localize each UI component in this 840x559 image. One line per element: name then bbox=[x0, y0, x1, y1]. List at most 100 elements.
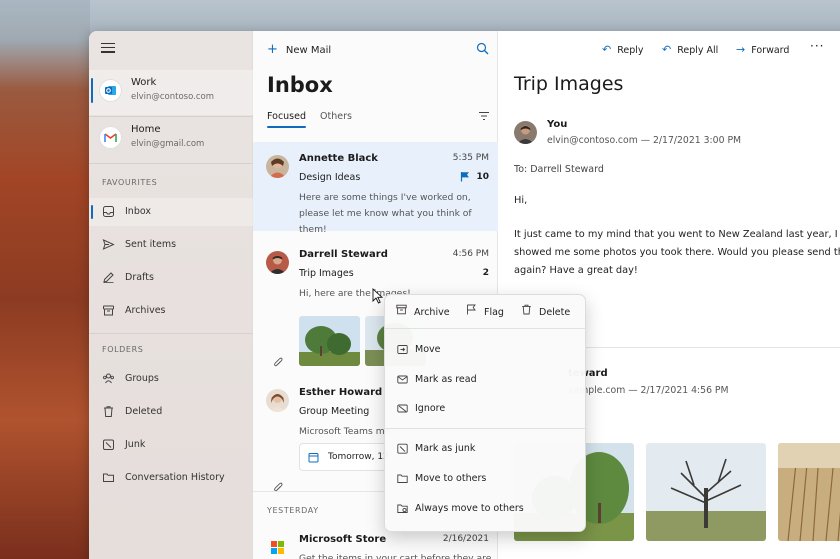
account-email: elvin@gmail.com bbox=[131, 139, 205, 149]
outlook-icon bbox=[100, 80, 121, 101]
context-menu-quick-actions: Archive Flag Delete bbox=[385, 295, 585, 328]
delete-label: Delete bbox=[539, 307, 571, 318]
new-mail-label: New Mail bbox=[285, 45, 332, 56]
folder-title: Inbox bbox=[267, 73, 333, 97]
divider bbox=[89, 333, 253, 334]
sidebar-item-junk[interactable]: Junk bbox=[89, 431, 253, 459]
forward-button[interactable]: → Forward bbox=[736, 43, 789, 56]
avatar bbox=[266, 251, 289, 274]
message-subject: Design Ideas bbox=[299, 172, 361, 183]
more-options-icon[interactable]: ··· bbox=[810, 39, 824, 53]
account-name: Work bbox=[131, 77, 157, 88]
hamburger-menu-icon[interactable] bbox=[101, 43, 115, 53]
junk-icon bbox=[397, 443, 408, 454]
menu-item-always-move-to-others[interactable]: Always move to others bbox=[385, 496, 585, 523]
avatar bbox=[266, 155, 289, 178]
message-sender: Microsoft Store bbox=[299, 534, 387, 545]
attached-image[interactable] bbox=[778, 443, 840, 541]
sidebar-item-sent[interactable]: Sent items bbox=[89, 231, 253, 259]
sidebar-item-conversation-history[interactable]: Conversation History bbox=[89, 464, 253, 492]
message-time: 4:56 PM bbox=[452, 249, 489, 259]
message-sender: Annette Black bbox=[299, 153, 378, 164]
forward-icon: → bbox=[736, 43, 746, 56]
flag-menu-button[interactable]: Flag bbox=[466, 304, 504, 318]
mouse-cursor-icon bbox=[372, 288, 384, 304]
menu-item-label: Mark as read bbox=[415, 374, 477, 385]
account-work[interactable]: Work elvin@contoso.com bbox=[89, 70, 253, 115]
menu-item-ignore[interactable]: Ignore bbox=[385, 396, 585, 423]
sender-meta: elvin@contoso.com — 2/17/2021 3:00 PM bbox=[547, 135, 742, 146]
reply-all-button[interactable]: ↶ Reply All bbox=[662, 43, 718, 56]
pencil-icon bbox=[103, 272, 114, 283]
avatar bbox=[514, 121, 537, 144]
mail-icon bbox=[397, 375, 408, 384]
selection-indicator bbox=[91, 205, 93, 219]
archive-menu-button[interactable]: Archive bbox=[396, 304, 450, 318]
sender-name: You bbox=[547, 119, 568, 130]
body-line: It just came to my mind that you went to… bbox=[514, 229, 840, 240]
groups-icon bbox=[103, 373, 114, 384]
calendar-icon bbox=[308, 453, 319, 463]
message-time: 5:35 PM bbox=[452, 153, 489, 163]
send-icon bbox=[102, 239, 115, 250]
plus-icon: + bbox=[267, 42, 278, 57]
message-item[interactable]: Annette Black 5:35 PM Design Ideas 10 He… bbox=[253, 142, 498, 235]
account-home[interactable]: Home elvin@gmail.com bbox=[89, 117, 253, 162]
flag-icon bbox=[467, 304, 476, 315]
sidebar-item-drafts[interactable]: Drafts bbox=[89, 264, 253, 292]
trash-icon bbox=[104, 406, 113, 417]
image-thumbnail[interactable] bbox=[299, 316, 360, 366]
menu-item-move-to-others[interactable]: Move to others bbox=[385, 466, 585, 493]
reply-all-icon: ↶ bbox=[662, 43, 672, 56]
sidebar-item-groups[interactable]: Groups bbox=[89, 365, 253, 393]
reply-sender-meta: xample.com — 2/17/2021 4:56 PM bbox=[568, 385, 729, 396]
sidebar-item-inbox[interactable]: Inbox bbox=[89, 198, 253, 226]
selection-indicator bbox=[91, 78, 93, 103]
message-time: 2/16/2021 bbox=[442, 534, 489, 544]
tab-focused[interactable]: Focused bbox=[267, 111, 307, 128]
message-subject: Group Meeting bbox=[299, 406, 370, 417]
tab-others[interactable]: Others bbox=[320, 111, 352, 122]
menu-item-label: Mark as junk bbox=[415, 443, 476, 454]
sidebar-item-archives[interactable]: Archives bbox=[89, 297, 253, 325]
recipient-line: To: Darrell Steward bbox=[514, 164, 604, 175]
move-icon bbox=[397, 345, 408, 354]
reply-label: Reply bbox=[617, 45, 644, 56]
divider bbox=[89, 163, 253, 164]
menu-item-label: Move bbox=[415, 344, 441, 355]
thread-count: 2 bbox=[482, 268, 489, 278]
new-mail-button[interactable]: + New Mail bbox=[267, 42, 331, 57]
reply-button[interactable]: ↶ Reply bbox=[602, 43, 644, 56]
menu-item-mark-as-read[interactable]: Mark as read bbox=[385, 367, 585, 394]
menu-separator bbox=[385, 428, 585, 429]
body-line: showed me some photos you took there. Wo… bbox=[514, 247, 840, 258]
paperclip-icon bbox=[274, 357, 283, 367]
body-line: Hi, bbox=[514, 195, 528, 206]
forward-label: Forward bbox=[751, 45, 790, 56]
menu-item-mark-as-junk[interactable]: Mark as junk bbox=[385, 436, 585, 463]
message-sender: Darrell Steward bbox=[299, 249, 388, 260]
sidebar-item-label: Deleted bbox=[125, 406, 163, 417]
archive-icon bbox=[396, 304, 407, 315]
reply-all-label: Reply All bbox=[677, 45, 719, 56]
trash-icon bbox=[522, 304, 531, 315]
filter-icon[interactable] bbox=[478, 111, 490, 121]
sidebar: Work elvin@contoso.com Home elvin@gmail.… bbox=[89, 31, 253, 559]
junk-icon bbox=[103, 439, 114, 450]
attached-image[interactable] bbox=[646, 443, 766, 541]
folder-icon bbox=[397, 474, 408, 483]
attachment-label: Tomorrow, 12 bbox=[328, 452, 389, 462]
ignore-icon bbox=[397, 404, 408, 413]
sidebar-item-label: Drafts bbox=[125, 272, 154, 283]
gmail-icon bbox=[100, 127, 121, 148]
search-icon[interactable] bbox=[476, 42, 489, 55]
menu-item-move[interactable]: Move bbox=[385, 337, 585, 364]
sidebar-item-deleted[interactable]: Deleted bbox=[89, 398, 253, 426]
flag-icon[interactable] bbox=[460, 171, 470, 182]
flag-label: Flag bbox=[484, 307, 504, 318]
archive-label: Archive bbox=[414, 307, 450, 318]
account-email: elvin@contoso.com bbox=[131, 92, 214, 102]
delete-menu-button[interactable]: Delete bbox=[521, 304, 570, 318]
sidebar-item-label: Archives bbox=[125, 305, 166, 316]
folder-icon bbox=[103, 473, 114, 482]
